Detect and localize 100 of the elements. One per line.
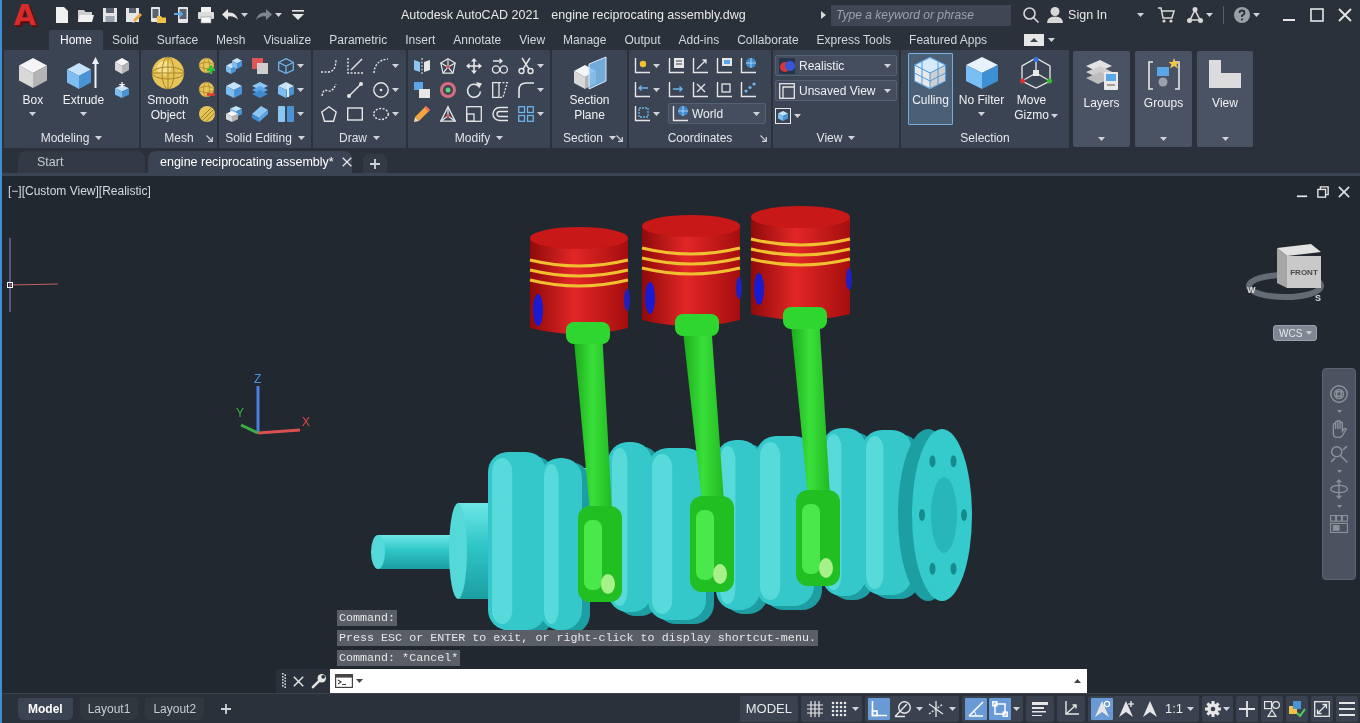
status-toggle[interactable] [867, 697, 890, 720]
undo-icon[interactable] [222, 7, 238, 23]
corner-arrow-icon[interactable] [616, 134, 623, 142]
plus-icon[interactable] [221, 703, 232, 714]
rectangle-icon[interactable] [346, 106, 363, 122]
document-tab[interactable]: Start [18, 151, 145, 173]
collapsed-panel-button[interactable]: View [1197, 51, 1253, 147]
close-icon[interactable] [1338, 186, 1350, 198]
hand-icon[interactable] [1330, 420, 1348, 438]
tablet-folder-icon[interactable] [150, 7, 166, 23]
caret-icon[interactable] [537, 112, 544, 116]
dropdown[interactable]: Unsaved View [775, 80, 897, 101]
command-field[interactable] [330, 669, 1087, 693]
caret-icon[interactable] [884, 63, 891, 68]
caret-icon[interactable] [1050, 114, 1058, 118]
caret-icon[interactable] [391, 112, 399, 116]
corner-line-icon[interactable] [346, 58, 363, 74]
ellipse-icon[interactable] [372, 106, 389, 122]
cube-plus-icon[interactable] [114, 82, 131, 98]
triangle-icon[interactable] [440, 106, 456, 122]
caret-icon[interactable] [948, 706, 956, 711]
split-shape-icon[interactable] [278, 106, 294, 122]
ribbon-tool-button[interactable]: Move Gizmo [1010, 53, 1062, 125]
axes-square-icon[interactable] [716, 82, 732, 98]
axes-arrow-icon[interactable] [668, 82, 684, 98]
dashed-polyline-icon[interactable] [320, 58, 337, 74]
terminal-icon[interactable] [335, 674, 353, 688]
cube-icon[interactable] [114, 58, 131, 74]
circular-arrow-icon[interactable] [466, 82, 482, 98]
caret-icon[interactable] [1098, 137, 1105, 141]
ribbon-tab[interactable]: Visualize [254, 30, 321, 50]
maximize-icon[interactable] [1310, 8, 1324, 22]
ribbon-tab[interactable]: Featured Apps [900, 30, 997, 50]
caret-icon[interactable] [653, 64, 660, 68]
wireframe-cube-icon[interactable] [278, 58, 294, 74]
triangle-right-icon[interactable] [821, 11, 827, 19]
layout-tab[interactable]: Layout2 [145, 697, 205, 720]
caret-icon[interactable] [915, 706, 923, 711]
ribbon-tool-button[interactable]: Section Plane [565, 53, 614, 125]
caret-icon[interactable] [373, 136, 380, 140]
ribbon-tab[interactable]: Mesh [207, 30, 255, 50]
caret-icon[interactable] [1048, 38, 1056, 42]
mirrored-shapes-icon[interactable] [414, 58, 430, 74]
annotation-scale-dropdown[interactable]: 1:1 [1162, 701, 1196, 716]
sign-in-link[interactable]: Sign In [1068, 8, 1107, 22]
caret-icon[interactable] [1221, 137, 1229, 141]
tilted-plate-icon[interactable] [252, 106, 268, 122]
caret-icon[interactable] [297, 112, 304, 116]
caret-icon[interactable] [1160, 137, 1167, 141]
caret-icon[interactable] [1223, 706, 1230, 711]
triangle-nodes-icon[interactable] [1187, 7, 1203, 23]
caret-icon[interactable] [29, 112, 37, 116]
line-icon[interactable] [346, 82, 363, 98]
search-icon[interactable] [1023, 7, 1040, 23]
ribbon-tab[interactable]: Insert [396, 30, 445, 50]
orbit-icon[interactable] [1330, 480, 1348, 498]
hatched-sphere-icon[interactable] [198, 106, 215, 122]
restore-icon[interactable] [1317, 186, 1329, 198]
viewport-menu-link[interactable]: [−] [8, 184, 22, 198]
model-space-button[interactable]: MODEL [742, 701, 795, 716]
caret-icon[interactable] [1137, 13, 1144, 17]
plus-icon[interactable] [1239, 700, 1255, 717]
folder-icon[interactable] [78, 7, 94, 23]
settings-icon[interactable] [1205, 700, 1221, 717]
caret-icon[interactable] [275, 13, 282, 17]
axes-diagonal-icon[interactable] [692, 82, 708, 98]
caret-icon[interactable] [391, 64, 399, 68]
ribbon-tab[interactable]: Output [615, 30, 670, 50]
viewport-menu-link[interactable]: [Realistic] [98, 184, 151, 198]
shapes-icon[interactable] [1264, 700, 1280, 717]
help-icon[interactable] [1234, 7, 1250, 23]
cube-icon[interactable] [226, 82, 242, 98]
axes-dot-icon[interactable] [634, 58, 650, 74]
stacked-plates-icon[interactable] [252, 82, 268, 98]
circle-icon[interactable] [372, 82, 389, 98]
collapsed-panel-button[interactable]: Groups [1135, 51, 1192, 147]
scissors-icon[interactable] [518, 58, 534, 74]
layout-tab[interactable]: Model [18, 697, 73, 720]
ribbon-tab[interactable]: Collaborate [728, 30, 808, 50]
caret-icon[interactable] [537, 88, 544, 92]
zoom-icon[interactable] [1330, 445, 1348, 463]
caret-icon[interactable] [1012, 706, 1020, 711]
bar-caret-icon[interactable] [290, 7, 306, 23]
search-field[interactable]: Type a keyword or phrase [831, 4, 1012, 26]
ribbon-tab[interactable]: Parametric [320, 30, 397, 50]
arc-icon[interactable] [372, 58, 389, 74]
blocks-check-icon[interactable] [1289, 700, 1305, 717]
caret-icon[interactable] [753, 111, 760, 116]
caret-icon[interactable] [356, 679, 363, 683]
ribbon-tab[interactable]: View [510, 30, 555, 50]
panel-toggle-icon[interactable] [1024, 34, 1045, 46]
ribbon-tool-button[interactable]: Extrude [58, 53, 109, 125]
close-icon[interactable] [1338, 8, 1352, 22]
tablet-arrow-icon[interactable] [174, 7, 190, 23]
axes-square-icon[interactable] [634, 106, 650, 122]
page-icon[interactable] [54, 7, 70, 23]
stacked-shapes-icon[interactable] [414, 82, 430, 98]
dropdown[interactable]: Realistic [775, 55, 897, 76]
steering-wheel-icon[interactable] [1330, 385, 1348, 403]
user-icon[interactable] [1047, 7, 1064, 23]
